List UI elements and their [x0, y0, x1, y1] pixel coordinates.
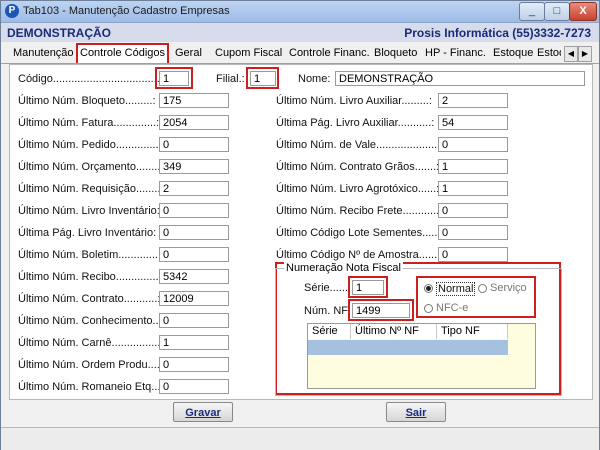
ultimo-pedido-field[interactable]: 0 — [159, 137, 229, 152]
ultimo-recibo-field[interactable]: 5342 — [159, 269, 229, 284]
tab-geral[interactable]: Geral — [173, 45, 204, 61]
ultimo-livro-auxiliar-label: Último Núm. Livro Auxiliar.........: — [276, 95, 432, 107]
ultimo-amostra-field[interactable]: 0 — [438, 247, 508, 262]
ultimo-contrato-graos-field[interactable]: 1 — [438, 159, 508, 174]
tab-scroll-left-icon[interactable]: ◀ — [564, 46, 578, 62]
close-button[interactable]: X — [569, 2, 597, 21]
ultimo-orcamento-label: Último Núm. Orçamento.........: — [18, 161, 167, 173]
ultimo-boletim-label: Último Núm. Boletim.............: — [18, 249, 162, 261]
gravar-button[interactable]: Gravar — [173, 402, 233, 422]
ultimo-livro-agrotoxico-label: Último Núm. Livro Agrotóxico......: — [276, 183, 440, 195]
minimize-button[interactable]: _ — [519, 2, 545, 21]
filial-highlight — [246, 67, 279, 89]
controle-codigos-panel: Código..................................… — [9, 64, 593, 400]
status-bar — [1, 427, 599, 450]
vendor-info: Prosis Informática (55)3332-7273 — [404, 26, 591, 40]
radio-nfce-label[interactable]: NFC-e — [436, 302, 468, 314]
codigo-label: Código..................................… — [18, 73, 176, 85]
tab-controle-codigos[interactable]: Controle Códigos — [76, 43, 169, 63]
ultimo-vale-field[interactable]: 0 — [438, 137, 508, 152]
tab-cupom-fiscal[interactable]: Cupom Fiscal — [213, 45, 284, 61]
ultimo-romaneio-label: Último Núm. Romaneio Etq...: — [18, 381, 164, 393]
ultimo-contrato-field[interactable]: 12009 — [159, 291, 229, 306]
ultimo-livro-agrotoxico-field[interactable]: 1 — [438, 181, 508, 196]
ultimo-contrato-label: Último Núm. Contrato...........: — [18, 293, 161, 305]
ultimo-orcamento-field[interactable]: 349 — [159, 159, 229, 174]
main-window: P Tab103 - Manutenção Cadastro Empresas … — [0, 0, 600, 450]
tab-manutencao[interactable]: Manutenção — [11, 45, 76, 61]
ultimo-carne-label: Último Núm. Carnê................: — [18, 337, 164, 349]
ultimo-carne-field[interactable]: 1 — [159, 335, 229, 350]
radio-nfce[interactable] — [424, 304, 433, 313]
ultimo-vale-label: Último Núm. de Vale....................: — [276, 139, 441, 151]
ultimo-boletim-field[interactable]: 0 — [159, 247, 229, 262]
ultimo-lote-sementes-label: Último Código Lote Sementes......: — [276, 227, 444, 239]
tab-estoque[interactable]: Estoque — [491, 45, 535, 61]
ultimo-fatura-label: Último Núm. Fatura..............: — [18, 117, 160, 129]
ultimo-livro-inventario-field[interactable]: 0 — [159, 203, 229, 218]
ultima-pag-livro-inventario-label: Última Pág. Livro Inventário: — [18, 227, 157, 239]
radio-normal-label[interactable]: Normal — [436, 282, 476, 296]
company-header: DEMONSTRAÇÃO Prosis Informática (55)3332… — [1, 23, 599, 42]
ultimo-contrato-graos-label: Último Núm. Contrato Grãos.......: — [276, 161, 440, 173]
app-logo-icon: P — [5, 4, 19, 18]
nome-field[interactable]: DEMONSTRAÇÃO — [335, 71, 585, 86]
tab-estoq-partial[interactable]: Estoq — [537, 45, 561, 61]
ultima-pag-livro-inventario-field[interactable]: 0 — [159, 225, 229, 240]
maximize-button[interactable]: □ — [544, 2, 570, 21]
ultimo-livro-auxiliar-field[interactable]: 2 — [438, 93, 508, 108]
company-name: DEMONSTRAÇÃO — [7, 26, 111, 40]
tab-bloqueto[interactable]: Bloqueto — [372, 45, 419, 61]
tab-hp-financ[interactable]: HP - Financ. — [423, 45, 488, 61]
ultimo-requisicao-label: Último Núm. Requisição........: — [18, 183, 164, 195]
nota-fiscal-title: Numeração Nota Fiscal — [284, 262, 403, 274]
num-nf-label: Núm. NF: — [304, 305, 352, 317]
grid-header-serie[interactable]: Série — [308, 324, 351, 339]
ultima-pag-livro-auxiliar-field[interactable]: 54 — [438, 115, 508, 130]
ultimo-ordem-producao-label: Último Núm. Ordem Produ.....: — [18, 359, 166, 371]
tab-controle-financ[interactable]: Controle Financ. — [287, 45, 372, 61]
grid-row-selected[interactable] — [308, 340, 508, 355]
radio-servico[interactable] — [478, 284, 487, 293]
ultimo-romaneio-field[interactable]: 0 — [159, 379, 229, 394]
radio-servico-label[interactable]: Serviço — [490, 282, 527, 294]
num-nf-highlight — [348, 299, 414, 321]
codigo-highlight — [155, 67, 193, 89]
ultimo-recibo-label: Último Núm. Recibo..............: — [18, 271, 162, 283]
ultimo-amostra-label: Último Código Nº de Amostra........: — [276, 249, 447, 261]
grid-header-ultimo-nf[interactable]: Último Nº NF — [351, 324, 437, 339]
nota-fiscal-grid[interactable]: Série Último Nº NF Tipo NF — [307, 323, 536, 389]
sair-button[interactable]: Sair — [386, 402, 446, 422]
ultimo-livro-inventario-label: Último Núm. Livro Inventário: — [18, 205, 160, 217]
tab-bar: Manutenção Controle Códigos Geral Cupom … — [1, 43, 599, 64]
ultimo-fatura-field[interactable]: 2054 — [159, 115, 229, 130]
ultimo-bloqueto-field[interactable]: 175 — [159, 93, 229, 108]
ultimo-pedido-label: Último Núm. Pedido...............: — [18, 139, 165, 151]
filial-label: Filial.: — [216, 73, 245, 85]
ultima-pag-livro-auxiliar-label: Última Pág. Livro Auxiliar...........: — [276, 117, 435, 129]
ultimo-recibo-frete-field[interactable]: 0 — [438, 203, 508, 218]
nome-label: Nome: — [298, 73, 331, 85]
ultimo-lote-sementes-field[interactable]: 0 — [438, 225, 508, 240]
ultimo-bloqueto-label: Último Núm. Bloqueto.........: — [18, 95, 156, 107]
ultimo-ordem-producao-field[interactable]: 0 — [159, 357, 229, 372]
ultimo-requisicao-field[interactable]: 2 — [159, 181, 229, 196]
ultimo-recibo-frete-label: Último Núm. Recibo Frete............: — [276, 205, 443, 217]
grid-header-tipo-nf[interactable]: Tipo NF — [437, 324, 508, 339]
window-title: Tab103 - Manutenção Cadastro Empresas — [23, 5, 230, 17]
serie-highlight — [348, 276, 388, 298]
tab-scroll-right-icon[interactable]: ▶ — [578, 46, 592, 62]
title-bar: P Tab103 - Manutenção Cadastro Empresas … — [1, 1, 599, 23]
radio-normal[interactable] — [424, 284, 433, 293]
ultimo-conhecimento-label: Último Núm. Conhecimento...: — [18, 315, 165, 327]
ultimo-conhecimento-field[interactable]: 0 — [159, 313, 229, 328]
